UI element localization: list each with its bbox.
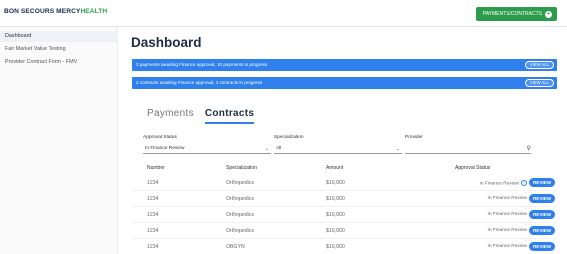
payments-alert-banner: 3 payments awaiting Finance approval, 10… (132, 59, 557, 71)
cell-amount: $10,000 (326, 180, 345, 186)
sidebar: Dashboard Fair Market Value Testing Prov… (0, 27, 118, 254)
tab-bar: Payments Contracts (147, 108, 255, 124)
column-header-number: Number (147, 165, 165, 171)
table-row[interactable]: 1234 Orthopedics $10,000 In Finance Revi… (132, 191, 557, 207)
brand-name-part3: HEALTH (80, 8, 108, 15)
table-row[interactable]: 1234 Orthopedics $10,000 In Finance Revi… (132, 223, 557, 239)
cell-approval-status: In Finance Review (487, 196, 527, 201)
contracts-alert-banner: 2 contracts awaiting Finance approval, 3… (132, 77, 557, 89)
table-row[interactable]: 1234 Orthopedics $10,000 In Finance Revi… (132, 207, 557, 223)
review-button[interactable]: REVIEW (529, 242, 555, 251)
top-bar: BON SECOURS MERCYHEALTH PAYMENTS/CONTRAC… (0, 0, 567, 27)
info-icon[interactable]: i (521, 180, 527, 186)
cell-approval-status: In Finance Review (487, 212, 527, 217)
review-button[interactable]: REVIEW (529, 194, 555, 203)
review-button[interactable]: REVIEW (529, 226, 555, 235)
status-text: In Finance Review (479, 181, 519, 187)
sidebar-item-fmv-testing[interactable]: Fair Market Value Testing (0, 44, 118, 55)
approval-status-select[interactable]: In Finance Review ⌄ (143, 144, 271, 154)
cell-specialization: Orthopedics (226, 180, 254, 186)
specialization-select[interactable]: All ⌄ (274, 144, 402, 154)
approval-status-value: In Finance Review (145, 146, 185, 151)
banner-text: 3 payments awaiting Finance approval, 10… (136, 62, 268, 67)
cell-approval-status: In Finance Review i (480, 180, 527, 186)
sidebar-item-dashboard[interactable]: Dashboard (0, 31, 118, 42)
payments-contracts-button[interactable]: PAYMENTS/CONTRACTS + (475, 7, 557, 21)
main-content: Dashboard 3 payments awaiting Finance ap… (118, 27, 567, 254)
cell-approval-status: In Finance Review (487, 244, 527, 249)
sidebar-item-label: Fair Market Value Testing (5, 46, 66, 52)
brand-logo[interactable]: BON SECOURS MERCYHEALTH (4, 8, 107, 15)
cell-approval-status: In Finance Review (487, 228, 527, 233)
banner-text: 2 contracts awaiting Finance approval, 3… (136, 80, 263, 85)
brand-name-part1: BON SECOURS (4, 8, 57, 15)
cell-amount: $10,000 (326, 212, 345, 218)
table-row[interactable]: 1234 Orthopedics $10,000 In Finance Revi… (132, 175, 557, 191)
column-header-specialization: Specialization (226, 165, 257, 171)
cell-specialization: OBGYN (226, 244, 245, 250)
table-row[interactable]: 1234 OBGYN $10,000 In Finance Review REV… (132, 239, 557, 254)
cell-amount: $10,000 (326, 228, 345, 234)
view-all-payments-button[interactable]: VIEW ALL (524, 61, 554, 69)
cell-number: 1234 (147, 196, 159, 202)
brand-name-part2: MERCY (56, 8, 81, 15)
specialization-label: Specialization (274, 135, 304, 140)
tab-contracts[interactable]: Contracts (204, 108, 255, 124)
search-icon[interactable]: ⚲ (527, 144, 531, 154)
payments-contracts-label: PAYMENTS/CONTRACTS (482, 11, 542, 17)
cell-number: 1234 (147, 244, 159, 250)
sidebar-item-label: Provider Contract Form - FMV (5, 59, 78, 65)
review-button[interactable]: REVIEW (529, 178, 555, 187)
plus-circle-icon: + (545, 10, 552, 18)
view-all-contracts-button[interactable]: VIEW ALL (524, 79, 554, 87)
review-button[interactable]: REVIEW (529, 210, 555, 219)
page-title: Dashboard (131, 35, 202, 50)
provider-label: Provider (405, 135, 423, 140)
chevron-down-icon: ⌄ (395, 146, 400, 152)
cell-number: 1234 (147, 228, 159, 234)
cell-amount: $10,000 (326, 196, 345, 202)
sidebar-item-label: Dashboard (5, 33, 32, 39)
provider-search-input[interactable]: ⚲ (405, 144, 531, 154)
cell-amount: $10,000 (326, 244, 345, 250)
cell-number: 1234 (147, 180, 159, 186)
column-header-approval-status: Approval Status (455, 165, 491, 171)
cell-number: 1234 (147, 212, 159, 218)
cell-specialization: Orthopedics (226, 228, 254, 234)
cell-specialization: Orthopedics (226, 196, 254, 202)
sidebar-item-contract-form[interactable]: Provider Contract Form - FMV (0, 57, 118, 68)
column-header-amount: Amount (326, 165, 344, 171)
tab-payments[interactable]: Payments (147, 108, 194, 124)
cell-specialization: Orthopedics (226, 212, 254, 218)
chevron-down-icon: ⌄ (264, 146, 269, 152)
specialization-value: All (276, 146, 282, 151)
approval-status-label: Approval Status (143, 135, 177, 140)
